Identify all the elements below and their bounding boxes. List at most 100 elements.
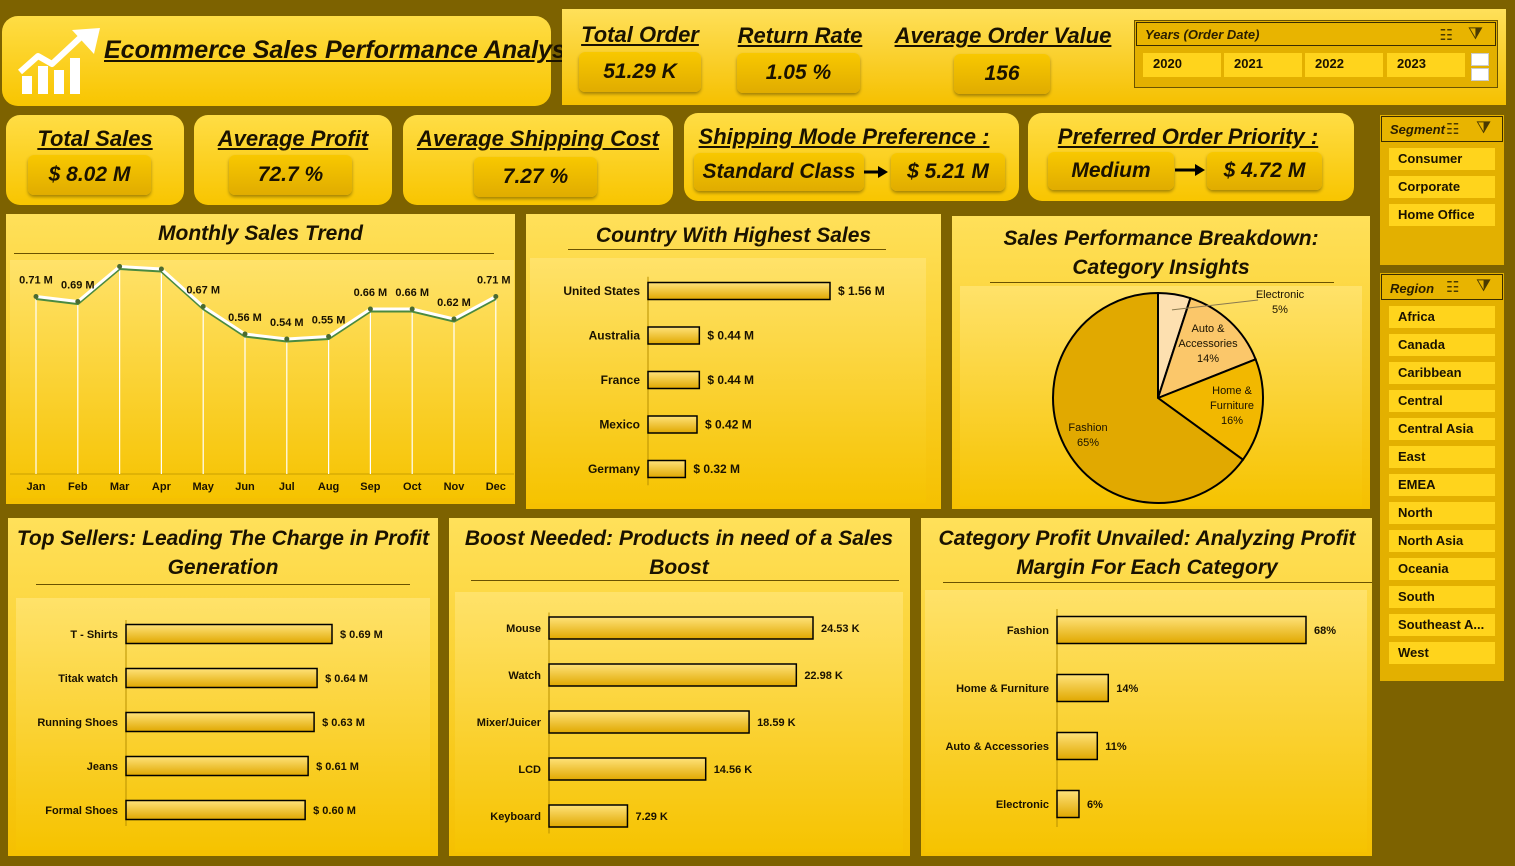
segment-slicer-title: Segment	[1390, 122, 1445, 137]
category-label: Mixer/Juicer	[477, 717, 542, 729]
data-point	[367, 306, 373, 312]
clear-filter-icon[interactable]: ⧩	[1476, 118, 1491, 138]
return-rate-label: Return Rate	[737, 23, 863, 48]
data-label: $ 1.56 M	[838, 284, 885, 298]
boost-title: Boost Needed: Products in need of a Sale…	[464, 527, 894, 579]
region-item[interactable]: Africa	[1389, 306, 1495, 328]
multi-select-icon[interactable]: ☷	[1440, 26, 1453, 44]
country-sales-title: Country With Highest Sales	[595, 224, 872, 247]
bar	[125, 711, 315, 733]
data-label: 0.71 M	[19, 275, 53, 287]
category-pie-panel: Sales Performance Breakdown: Category In…	[952, 216, 1370, 509]
x-tick-label: Jan	[27, 481, 46, 493]
region-item[interactable]: Central Asia	[1389, 418, 1495, 440]
bar	[548, 757, 707, 781]
year-item-2020[interactable]: 2020	[1143, 53, 1221, 77]
clear-filter-icon[interactable]: ⧩	[1476, 276, 1491, 296]
total-sales-value: $ 8.02 M	[28, 155, 151, 195]
data-label: $ 0.64 M	[325, 673, 368, 685]
category-pie-plot: Electronic 5% Auto & Accessories 14% Home & Fu…	[960, 286, 1362, 506]
title-underline	[990, 282, 1334, 283]
data-label: 22.98 K	[804, 670, 843, 682]
region-item[interactable]: South	[1389, 586, 1495, 608]
title-underline	[943, 582, 1372, 583]
data-label: 24.53 K	[821, 623, 860, 635]
x-tick-label: Feb	[68, 481, 88, 493]
order-priority-name: Medium	[1048, 152, 1174, 190]
category-label: Electronic	[996, 799, 1049, 811]
x-tick-label: Aug	[318, 481, 339, 493]
total-order-value: 51.29 K	[579, 52, 701, 92]
category-pie-title: Sales Performance Breakdown: Category In…	[1003, 227, 1319, 279]
margin-plot: Fashion 68% Home & Furniture 14% Auto & Acce…	[925, 590, 1367, 852]
data-label: $ 0.61 M	[316, 761, 359, 773]
year-item-2021[interactable]: 2021	[1224, 53, 1302, 77]
segment-item[interactable]: Home Office	[1389, 204, 1495, 226]
category-label: T - Shirts	[70, 629, 118, 641]
region-slicer-title: Region	[1390, 281, 1435, 296]
return-rate-value: 1.05 %	[737, 53, 860, 93]
x-tick-label: May	[192, 481, 214, 493]
category-label: Watch	[508, 670, 541, 682]
monthly-trend-plot: 0.71 MJan0.69 MFeb0.83 MMar0.82 MApr0.67…	[10, 245, 514, 498]
segment-item[interactable]: Corporate	[1389, 176, 1495, 198]
segment-slicer-header: Segment ☷ ⧩	[1381, 116, 1503, 142]
top-sellers-panel: Top Sellers: Leading The Charge in Profi…	[8, 518, 438, 856]
region-item[interactable]: Central	[1389, 390, 1495, 412]
title-underline	[471, 580, 899, 581]
region-item[interactable]: Canada	[1389, 334, 1495, 356]
region-item[interactable]: East	[1389, 446, 1495, 468]
margin-panel: Category Profit Unvailed: Analyzing Prof…	[921, 518, 1372, 856]
growth-chart-icon	[18, 28, 100, 94]
data-point	[158, 266, 164, 272]
data-label: $ 0.44 M	[707, 373, 754, 387]
year-item-2023[interactable]: 2023	[1387, 53, 1465, 77]
clear-filter-icon[interactable]: ⧩	[1468, 24, 1483, 44]
avg-shipping-label: Average Shipping Cost	[416, 126, 660, 151]
region-item[interactable]: Oceania	[1389, 558, 1495, 580]
region-item[interactable]: EMEA	[1389, 474, 1495, 496]
data-label: $ 0.69 M	[340, 629, 383, 641]
slice-category-label: Furniture	[1210, 400, 1254, 412]
region-slicer: Region ☷ ⧩ Africa Canada Caribbean Central C…	[1380, 273, 1504, 681]
years-slicer: Years (Order Date) ☷ ⧩ 2020 2021 2022 20…	[1134, 20, 1498, 88]
series-line	[35, 264, 497, 341]
data-label: 0.71 M	[477, 275, 511, 287]
category-label: Germany	[588, 462, 640, 476]
multi-select-icon[interactable]: ☷	[1446, 120, 1459, 138]
years-slicer-header: Years (Order Date) ☷ ⧩	[1136, 22, 1496, 46]
region-item[interactable]: Caribbean	[1389, 362, 1495, 384]
country-sales-panel: Country With Highest Sales United States…	[526, 214, 941, 509]
category-label: Fashion	[1007, 625, 1049, 637]
category-label: LCD	[518, 764, 541, 776]
region-item[interactable]: North Asia	[1389, 530, 1495, 552]
years-scroll-down[interactable]	[1471, 68, 1489, 81]
years-slicer-title: Years (Order Date)	[1145, 27, 1260, 42]
country-sales-plot: United States $ 1.56 M Australia $ 0.44 M Fr…	[530, 258, 926, 503]
margin-title: Category Profit Unvailed: Analyzing Prof…	[938, 527, 1356, 579]
region-item[interactable]: Southeast A...	[1389, 614, 1495, 636]
year-item-2022[interactable]: 2022	[1305, 53, 1383, 77]
x-tick-label: Oct	[403, 481, 422, 493]
region-item[interactable]: North	[1389, 502, 1495, 524]
category-label: Keyboard	[490, 811, 541, 823]
data-label: 68%	[1314, 625, 1336, 637]
data-label: $ 0.44 M	[707, 329, 754, 343]
years-scroll-up[interactable]	[1471, 53, 1489, 66]
boost-panel: Boost Needed: Products in need of a Sale…	[449, 518, 910, 856]
multi-select-icon[interactable]: ☷	[1446, 278, 1459, 296]
segment-item[interactable]: Consumer	[1389, 148, 1495, 170]
title-underline	[14, 253, 494, 254]
data-point	[33, 294, 39, 299]
slice-percent-label: 65%	[1077, 437, 1099, 449]
slice-category-label: Fashion	[1068, 422, 1107, 434]
arrow-right-icon	[1175, 164, 1205, 176]
x-tick-label: Apr	[152, 481, 172, 493]
bar	[548, 663, 798, 687]
avg-profit-value: 72.7 %	[229, 155, 352, 195]
data-label: 0.55 M	[312, 315, 346, 327]
data-point	[284, 336, 290, 342]
region-item[interactable]: West	[1389, 642, 1495, 664]
category-label: France	[601, 373, 641, 387]
bar	[125, 755, 309, 777]
